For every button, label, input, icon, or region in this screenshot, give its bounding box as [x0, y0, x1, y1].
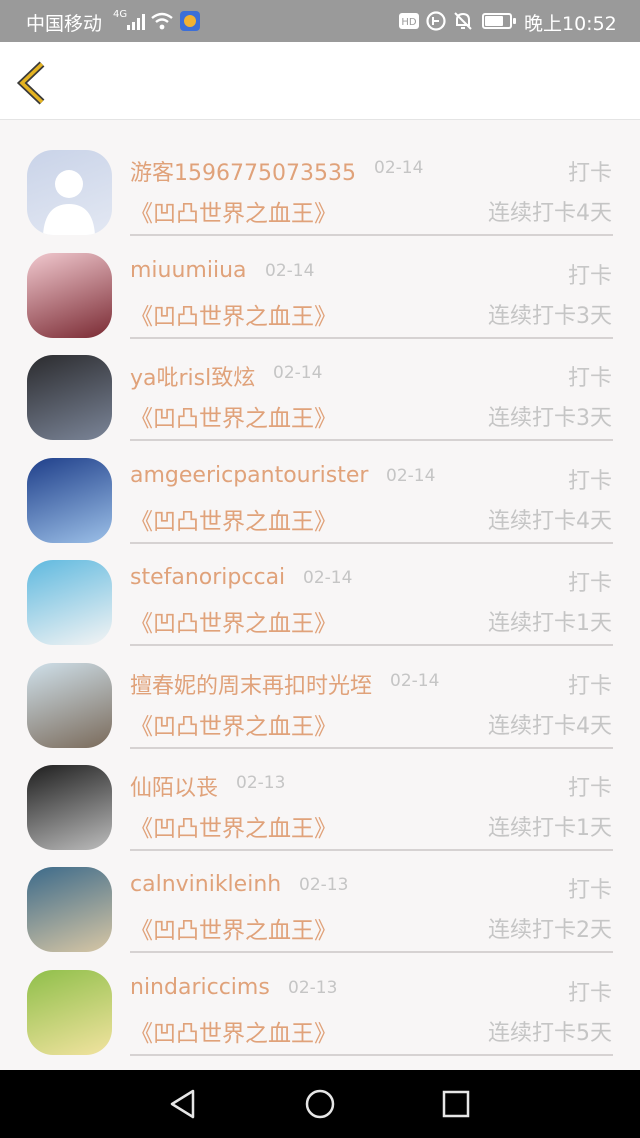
- battery-level: [485, 16, 503, 26]
- nav-back-icon[interactable]: [168, 1088, 198, 1120]
- checkin-action-label: 打卡: [567, 161, 612, 186]
- user-name[interactable]: 游客1596775073535: [130, 155, 356, 187]
- row-divider: [130, 439, 613, 441]
- svg-text:HD: HD: [401, 17, 417, 28]
- book-title[interactable]: 《凹凸世界之血王》: [130, 502, 337, 536]
- user-name[interactable]: calnvinikleinh: [130, 872, 281, 897]
- battery-icon: [482, 13, 516, 29]
- checkin-date: 02-14: [265, 261, 315, 281]
- default-avatar-icon: [43, 170, 95, 235]
- row-divider: [130, 747, 613, 749]
- checkin-list[interactable]: 游客1596775073535 02-14 打卡 《凹凸世界之血王》 连续打卡4天 miu…: [0, 120, 640, 1070]
- system-nav-bar: [0, 1070, 640, 1138]
- list-item[interactable]: 游客1596775073535 02-14 打卡《凹凸世界之血王》 连续打卡4天: [0, 150, 640, 252]
- row-divider: [130, 337, 613, 339]
- checkin-action-label: 打卡: [567, 469, 612, 494]
- book-title[interactable]: 《凹凸世界之血王》: [130, 604, 337, 638]
- checkin-date: 02-14: [273, 363, 323, 383]
- row-divider: [130, 1054, 613, 1056]
- book-title[interactable]: 《凹凸世界之血王》: [130, 399, 337, 433]
- checkin-action-label: 打卡: [567, 981, 612, 1006]
- header-bar: [0, 42, 640, 120]
- list-item[interactable]: 擅春妮的周末再扣时光垤 02-14 打卡《凹凸世界之血王》 连续打卡4天: [0, 663, 640, 765]
- streak-label: 连续打卡4天: [488, 509, 612, 534]
- streak-label: 连续打卡4天: [488, 201, 612, 226]
- checkin-action-label: 打卡: [567, 571, 612, 596]
- row-divider: [130, 644, 613, 646]
- signal-icon: [127, 14, 145, 30]
- checkin-action-label: 打卡: [567, 366, 612, 391]
- book-title[interactable]: 《凹凸世界之血王》: [130, 297, 337, 331]
- checkin-date: 02-14: [386, 466, 436, 486]
- carrier-label: 中国移动: [26, 13, 103, 35]
- user-name[interactable]: 仙陌以丧: [130, 770, 218, 802]
- book-title[interactable]: 《凹凸世界之血王》: [130, 194, 337, 228]
- checkin-date: 02-13: [288, 978, 338, 998]
- row-divider: [130, 542, 613, 544]
- streak-label: 连续打卡1天: [488, 816, 612, 841]
- avatar[interactable]: [27, 253, 112, 338]
- hd-icon: HD: [399, 13, 419, 29]
- user-name[interactable]: 擅春妮的周末再扣时光垤: [130, 668, 372, 700]
- data-saver-icon: [426, 11, 446, 31]
- list-item[interactable]: miuumiiua 02-14 打卡《凹凸世界之血王》 连续打卡3天: [0, 253, 640, 355]
- list-item[interactable]: calnvinikleinh 02-13 打卡《凹凸世界之血王》 连续打卡2天: [0, 867, 640, 969]
- nav-recents-icon[interactable]: [441, 1088, 471, 1120]
- streak-label: 连续打卡4天: [488, 714, 612, 739]
- user-name[interactable]: nindariccims: [130, 975, 270, 1000]
- streak-label: 连续打卡1天: [488, 611, 612, 636]
- list-item[interactable]: ya吡risl致炫 02-14 打卡《凹凸世界之血王》 连续打卡3天: [0, 355, 640, 457]
- clock: 晚上10:52: [524, 13, 617, 35]
- checkin-action-label: 打卡: [567, 776, 612, 801]
- checkin-action-label: 打卡: [567, 264, 612, 289]
- avatar[interactable]: [27, 150, 112, 235]
- status-bar: 中国移动 4G HD 晚上10:52: [0, 0, 640, 42]
- mute-icon: [454, 12, 472, 30]
- avatar[interactable]: [27, 560, 112, 645]
- avatar[interactable]: [27, 867, 112, 952]
- list-item[interactable]: nindariccims 02-13 打卡《凹凸世界之血王》 连续打卡5天: [0, 970, 640, 1070]
- avatar[interactable]: [27, 970, 112, 1055]
- avatar[interactable]: [27, 458, 112, 543]
- nav-home-icon[interactable]: [304, 1088, 336, 1120]
- chevron-left-icon[interactable]: [14, 60, 54, 106]
- checkin-date: 02-13: [236, 773, 286, 793]
- row-divider: [130, 849, 613, 851]
- streak-label: 连续打卡3天: [488, 406, 612, 431]
- list-item[interactable]: 仙陌以丧 02-13 打卡《凹凸世界之血王》 连续打卡1天: [0, 765, 640, 867]
- checkin-date: 02-14: [374, 158, 424, 178]
- avatar[interactable]: [27, 765, 112, 850]
- wifi-icon: [151, 12, 173, 30]
- user-name[interactable]: amgeericpantourister: [130, 463, 368, 488]
- user-name[interactable]: ya吡risl致炫: [130, 360, 255, 392]
- streak-label: 连续打卡2天: [488, 918, 612, 943]
- book-title[interactable]: 《凹凸世界之血王》: [130, 1014, 337, 1048]
- list-item[interactable]: amgeericpantourister 02-14 打卡《凹凸世界之血王》 连续打卡…: [0, 458, 640, 560]
- checkin-action-label: 打卡: [567, 878, 612, 903]
- checkin-action-label: 打卡: [567, 674, 612, 699]
- app-notification-icon: [180, 11, 200, 31]
- checkin-date: 02-14: [303, 568, 353, 588]
- user-name[interactable]: miuumiiua: [130, 258, 247, 283]
- checkin-date: 02-14: [390, 671, 440, 691]
- user-name[interactable]: stefanoripccai: [130, 565, 285, 590]
- avatar[interactable]: [27, 663, 112, 748]
- network-type: 4G: [113, 9, 128, 20]
- row-divider: [130, 951, 613, 953]
- book-title[interactable]: 《凹凸世界之血王》: [130, 707, 337, 741]
- row-divider: [130, 234, 613, 236]
- streak-label: 连续打卡3天: [488, 304, 612, 329]
- streak-label: 连续打卡5天: [488, 1021, 612, 1046]
- checkin-date: 02-13: [299, 875, 349, 895]
- avatar[interactable]: [27, 355, 112, 440]
- book-title[interactable]: 《凹凸世界之血王》: [130, 809, 337, 843]
- book-title[interactable]: 《凹凸世界之血王》: [130, 911, 337, 945]
- list-item[interactable]: stefanoripccai 02-14 打卡《凹凸世界之血王》 连续打卡1天: [0, 560, 640, 662]
